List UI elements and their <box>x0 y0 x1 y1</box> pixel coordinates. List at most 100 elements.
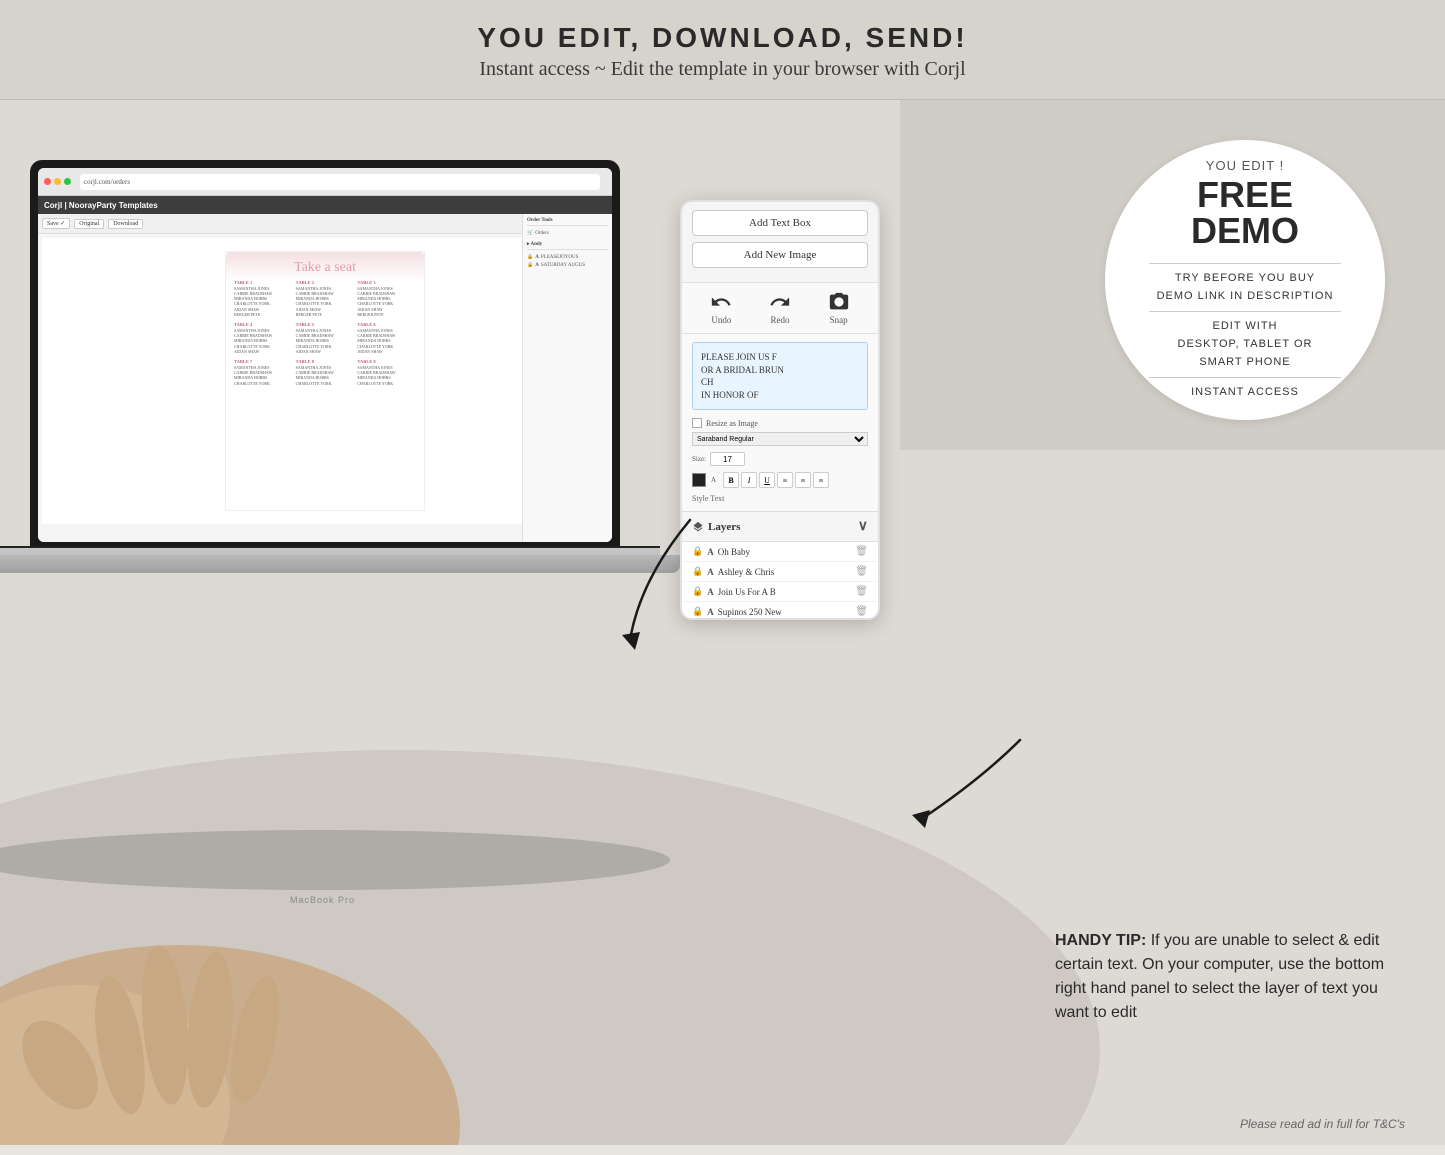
layer-text-2: Ashley & Chris <box>718 567 852 577</box>
corjl-interface: Corjl | NoorayParty Templates Save ✓ Ori… <box>38 196 612 542</box>
layer-type-icon-3: A <box>707 587 714 597</box>
browser-chrome: corjl.com/orders <box>38 168 612 196</box>
color-label: A <box>711 476 716 484</box>
font-size-input[interactable] <box>710 452 745 466</box>
phone-top-bar: Add Text Box Add New Image <box>682 202 878 283</box>
phone-tool-row: Undo Redo Snap <box>682 283 878 334</box>
handy-tip: HANDY TIP: If you are unable to select &… <box>1055 929 1415 1025</box>
layer-delete-icon-1[interactable]: 🗑 <box>855 546 868 557</box>
sidebar-section-layers: ▸ Andy <box>527 241 608 250</box>
demo-divider-1 <box>1149 263 1341 264</box>
corjl-right-sidebar: Order Tools 🛒 Orders ▸ Andy 🔒 A PLEASEJO… <box>522 214 612 542</box>
demo-free-text: FREE <box>1197 177 1293 213</box>
add-new-image-button[interactable]: Add New Image <box>692 242 868 268</box>
browser-expand-dot <box>64 178 71 185</box>
font-selector[interactable]: Saraband Regular <box>692 432 868 446</box>
sidebar-item-1: 🛒 Orders <box>527 229 608 237</box>
demo-divider-2 <box>1149 311 1341 312</box>
layer-delete-icon-3[interactable]: 🗑 <box>855 586 868 597</box>
laptop-bottom <box>0 555 680 573</box>
color-swatch[interactable] <box>692 473 706 487</box>
snap-button[interactable]: Snap <box>828 291 850 325</box>
browser-close-dot <box>44 178 51 185</box>
layer-item-join-us[interactable]: 🔒 A Join Us For A B 🗑 <box>682 582 878 602</box>
corjl-topbar: Corjl | NoorayParty Templates <box>38 196 612 214</box>
redo-button[interactable]: Redo <box>769 291 791 325</box>
demo-instant-access: INSTANT ACCESS <box>1191 384 1299 402</box>
header-subtitle: Instant access ~ Edit the template in yo… <box>20 58 1425 81</box>
table-col-1: TABLE 1 SAMANTHA JONES CARRIE BRADSHAW M… <box>234 280 293 386</box>
laptop-screen-inner: corjl.com/orders Corjl | NoorayParty Tem… <box>38 168 612 542</box>
corjl-logo: Corjl | NoorayParty Templates <box>44 201 158 210</box>
demo-text-block: TRY BEFORE YOU BUY DEMO LINK IN DESCRIPT… <box>1157 270 1334 305</box>
layer-lock-icon-4: 🔒 <box>692 606 703 617</box>
seating-chart: Take a seat TABLE 1 SAMANTHA JONES CARRI… <box>225 251 425 511</box>
layer-text-3: Join Us For A B <box>718 587 852 597</box>
resize-checkbox[interactable] <box>692 418 702 428</box>
redo-icon <box>769 291 791 313</box>
add-text-box-button[interactable]: Add Text Box <box>692 210 868 236</box>
layer-item-ashley[interactable]: 🔒 A Ashley & Chris 🗑 <box>682 562 878 582</box>
layer-lock-icon-1: 🔒 <box>692 546 703 557</box>
cart-icon: 🛒 <box>527 230 533 236</box>
header-banner: YOU EDIT, DOWNLOAD, SEND! Instant access… <box>0 0 1445 100</box>
layer-lock-icon-3: 🔒 <box>692 586 703 597</box>
undo-icon <box>710 291 732 313</box>
floral-decoration <box>226 252 424 282</box>
footer-text: Please read ad in full for T&C's <box>1240 1117 1405 1131</box>
demo-demo-text: DEMO <box>1191 213 1299 249</box>
handy-tip-label: HANDY TIP: <box>1055 932 1146 949</box>
browser-url-bar[interactable]: corjl.com/orders <box>80 174 600 190</box>
layer-lock-icon-2: 🔒 <box>692 566 703 577</box>
toolbar-btn-original[interactable]: Original <box>74 219 104 229</box>
layer-delete-icon-4[interactable]: 🗑 <box>855 606 868 617</box>
macbook-label: MacBook Pro <box>290 895 355 905</box>
sidebar-section-order: Order Tools <box>527 218 608 226</box>
toolbar-btn-save[interactable]: Save ✓ <box>42 218 70 229</box>
sidebar-layer-item-2: 🔒 A SATURDAY AUGUS <box>527 261 608 269</box>
underline-button[interactable]: U <box>759 472 775 488</box>
layer-item-oh-baby[interactable]: 🔒 A Oh Baby 🗑 <box>682 542 878 562</box>
align-right-button[interactable]: ≡ <box>813 472 829 488</box>
seating-tables-grid: TABLE 1 SAMANTHA JONES CARRIE BRADSHAW M… <box>234 280 416 386</box>
demo-you-edit-text: YOU EDIT ! <box>1206 158 1284 173</box>
layer-text-4: Supinos 250 New <box>718 607 852 617</box>
style-text-label: Style Text <box>692 494 868 503</box>
phone-text-preview: PLEASE JOIN US F OR A BRIDAL BRUN CH IN … <box>692 342 868 410</box>
snap-icon <box>828 291 850 313</box>
layers-header: Layers ∨ <box>682 512 878 542</box>
layer-type-icon-2: A <box>707 567 714 577</box>
undo-button[interactable]: Undo <box>710 291 732 325</box>
phone-style-row: A B I U ≡ ≡ ≡ <box>692 472 868 488</box>
layer-item-supinos[interactable]: 🔒 A Supinos 250 New 🗑 <box>682 602 878 620</box>
layer-delete-icon-2[interactable]: 🗑 <box>855 566 868 577</box>
layers-chevron-icon[interactable]: ∨ <box>858 518 868 535</box>
browser-minimize-dot <box>54 178 61 185</box>
main-area: corjl.com/orders Corjl | NoorayParty Tem… <box>0 100 1445 1145</box>
phone-size-row: Size: <box>692 452 868 466</box>
phone-edit-area: PLEASE JOIN US F OR A BRIDAL BRUN CH IN … <box>682 334 878 511</box>
align-left-button[interactable]: ≡ <box>777 472 793 488</box>
layer-type-icon-4: A <box>707 607 714 617</box>
demo-circle: YOU EDIT ! FREE DEMO TRY BEFORE YOU BUY … <box>1105 140 1385 420</box>
header-title: YOU EDIT, DOWNLOAD, SEND! <box>20 22 1425 54</box>
layer-text-1: Oh Baby <box>718 547 852 557</box>
bold-button[interactable]: B <box>723 472 739 488</box>
toolbar-btn-download[interactable]: Download <box>108 219 143 229</box>
phone-mockup: Add Text Box Add New Image Undo Redo <box>680 200 880 620</box>
laptop-mockup: corjl.com/orders Corjl | NoorayParty Tem… <box>0 160 730 960</box>
italic-button[interactable]: I <box>741 472 757 488</box>
demo-divider-3 <box>1149 377 1341 378</box>
text-format-buttons: B I U ≡ ≡ ≡ <box>723 472 829 488</box>
phone-font-row: Saraband Regular <box>692 432 868 446</box>
phone-screen: Add Text Box Add New Image Undo Redo <box>682 202 878 618</box>
align-center-button[interactable]: ≡ <box>795 472 811 488</box>
layers-icon <box>692 521 704 533</box>
table-col-3: TABLE 3 SAMANTHA JONES CARRIE BRADSHAW M… <box>357 280 416 386</box>
sidebar-layer-item-1: 🔒 A PLEASEJOYOUS <box>527 253 608 261</box>
resize-checkbox-row: Resize as Image <box>692 418 868 428</box>
demo-device-text: EDIT WITH DESKTOP, TABLET OR SMART PHONE <box>1178 318 1313 371</box>
laptop-screen: corjl.com/orders Corjl | NoorayParty Tem… <box>30 160 620 550</box>
table-col-2: TABLE 2 SAMANTHA JONES CARRIE BRADSHAW M… <box>296 280 355 386</box>
layer-type-icon-1: A <box>707 547 714 557</box>
